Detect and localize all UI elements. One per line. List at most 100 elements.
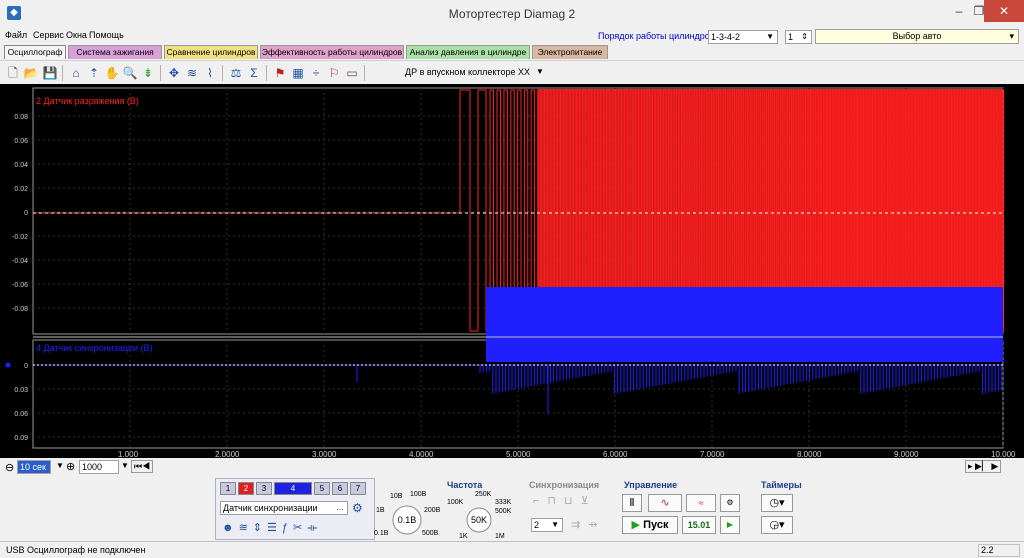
open-folder-icon[interactable]: 📂 [23,65,39,81]
sync-channel-select[interactable]: 2 ▼ [531,518,563,532]
pause-button[interactable]: Ⅱ [622,494,642,512]
auto-select-label: Выбор авто [892,31,942,41]
ch4-tick-label: 0.06 [14,411,28,418]
cylinder-stepper[interactable]: 1 ⇕ [785,30,812,44]
svg-text:10В: 10В [390,493,403,500]
chevron-down-icon: ▾ [1009,31,1014,41]
last-frame-icon[interactable]: ▸ ▶▏ ▶ [965,460,1002,473]
timer-2-button[interactable]: ◶▾ [761,516,793,534]
save-icon[interactable]: 💾 [42,65,58,81]
auto-button[interactable]: ⚙ [720,494,740,512]
timers-panel: Таймеры ◷▾ ◶▾ [757,478,802,540]
formula-icon[interactable]: Σ [246,65,262,81]
close-button[interactable]: ✕ [984,0,1024,22]
channel-3-button[interactable]: 3 [256,482,272,495]
svg-text:1В: 1В [376,507,385,514]
table-icon[interactable]: ▦ [290,65,306,81]
flag-icon[interactable]: ⚐ [326,65,342,81]
frequency-panel: Частота 50K 250K 100K 333K 500K 1M 1K [445,478,517,540]
divide-icon[interactable]: ÷ [308,65,324,81]
start-label: Пуск [643,519,669,531]
zoom-in-icon[interactable]: ⊕ [66,460,75,473]
ch4-tick-label: 0.09 [14,435,28,442]
svg-text:200В: 200В [424,507,441,514]
auto-select[interactable]: Выбор авто ▾ [815,29,1019,44]
sensor-select[interactable]: Датчик синхронизации… [220,501,348,515]
filter-icon[interactable]: ⚑ [272,65,288,81]
menu-help[interactable]: Помощь [89,30,124,40]
start-button[interactable]: ▶ Пуск [622,516,678,534]
svg-text:100В: 100В [410,491,427,498]
channel-1-button[interactable]: 1 [220,482,236,495]
channel-2-label: 2 Датчик разряжения (В) [36,96,139,106]
cylinder-order-select[interactable]: 1-3-4-2 ▼ [708,30,778,44]
tab-power[interactable]: Электропитание [532,45,608,59]
chevron-down-icon[interactable]: ▼ [56,461,64,470]
frequency-knob[interactable]: 50K 250K 100K 333K 500K 1M 1K [445,488,517,540]
measurement-label: ДР в впускном коллекторе ХХ [405,67,530,77]
tab-oscilloscope[interactable]: Осциллограф [4,45,66,59]
menu-file[interactable]: Файл [5,30,27,40]
window-title: Мотортестер Diamag 2 [448,7,576,21]
status-version: 2.2 [978,544,1020,557]
tab-cylinder-compare[interactable]: Сравнение цилиндров [164,45,258,59]
fps-display: 15.01 [682,516,716,534]
time-tick-label: 10.000 [991,450,1016,458]
time-tick-label: 9.0000 [894,450,919,458]
hand-icon[interactable]: ✋ [104,65,120,81]
ch2-tick-label: 0.08 [14,114,28,121]
sine-button[interactable]: ∿ [648,494,682,512]
ch2-tick-label: 0.04 [14,162,28,169]
sync-edge-icons[interactable]: ⇉⇸ [571,518,605,531]
tab-efficiency[interactable]: Эффективность работы цилиндров [260,45,404,59]
chevron-down-icon[interactable]: ▼ [536,67,544,76]
oscilloscope-view[interactable]: 1.000 2.0000 3.0000 4.0000 5.0000 6.0000 7.000… [0,84,1024,458]
ch2-tick-label: 0.02 [14,186,28,193]
timer-1-button[interactable]: ◷▾ [761,494,793,512]
channel-5-button[interactable]: 5 [314,482,330,495]
time-tick-label: 5.0000 [506,450,531,458]
ch4-tick-label: 0 [24,363,28,370]
sync-channel-value: 2 [534,520,540,530]
zoom-out-icon[interactable]: ⊖ [5,461,14,474]
points-select[interactable]: 1000 [79,460,119,474]
channel-4-button[interactable]: 4 [274,482,312,495]
control-panel: Управление Ⅱ ∿ ≈ ⚙ ▶ Пуск 15.01 ▶ [620,478,752,540]
auto-play-button[interactable]: ▶ [720,516,740,534]
first-frame-icon[interactable]: ⏮◀ [131,460,154,473]
expand-icon[interactable]: ✥ [166,65,182,81]
sensor-value: Датчик синхронизации [223,503,318,513]
compare-icon[interactable]: ⚖ [228,65,244,81]
trigger-icon[interactable]: ⌂ [68,65,84,81]
channel-6-button[interactable]: 6 [332,482,348,495]
time-tick-label: 8.0000 [797,450,822,458]
wave-icon[interactable]: ≋ [184,65,200,81]
waveform-button[interactable]: ≈ [686,494,716,512]
channel-2-button[interactable]: 2 [238,482,254,495]
sync-mode-icons[interactable]: ⌐⊓⊔⊻ [533,494,597,507]
time-tick-label: 7.0000 [700,450,725,458]
channel-2-dense-area [538,89,1003,287]
new-file-icon[interactable]: 🗋 [5,65,21,81]
timebase-select[interactable]: 10 сек [17,460,51,474]
tab-pressure[interactable]: Анализ давления в цилиндре [406,45,530,59]
channel-7-button[interactable]: 7 [350,482,366,495]
tab-ignition[interactable]: Система зажигания [68,45,162,59]
time-control-row: ⊖ 10 сек ▼ ⊕ 1000 ▼ ⏮◀ ▸ ▶▏ ▶ [0,459,1024,475]
chevron-down-icon[interactable]: ▼ [121,461,129,470]
menu-service[interactable]: Сервис [33,30,64,40]
zoom-icon[interactable]: 🔍 [122,65,138,81]
voltage-knob[interactable]: 0.1В 10В 100В 200В 500В 0.1В 1В [372,488,442,538]
cursor-icon[interactable]: ⌇ [202,65,218,81]
sensor-config-icon[interactable]: ⚙ [352,501,363,515]
marker-icon[interactable]: ⇡ [86,65,102,81]
fit-icon[interactable]: ⇟ [140,65,156,81]
svg-text:0.1В: 0.1В [374,530,389,537]
menu-windows[interactable]: Окна [66,30,87,40]
svg-text:1M: 1M [495,533,505,540]
page-icon[interactable]: ▭ [344,65,360,81]
channel-tools-icons[interactable]: ☻≋⇕☰ƒ✂⟛ [222,521,322,535]
svg-text:100K: 100K [447,499,464,506]
cylinder-value: 1 [788,32,794,42]
status-text: USB Осциллограф не подключен [6,545,146,555]
